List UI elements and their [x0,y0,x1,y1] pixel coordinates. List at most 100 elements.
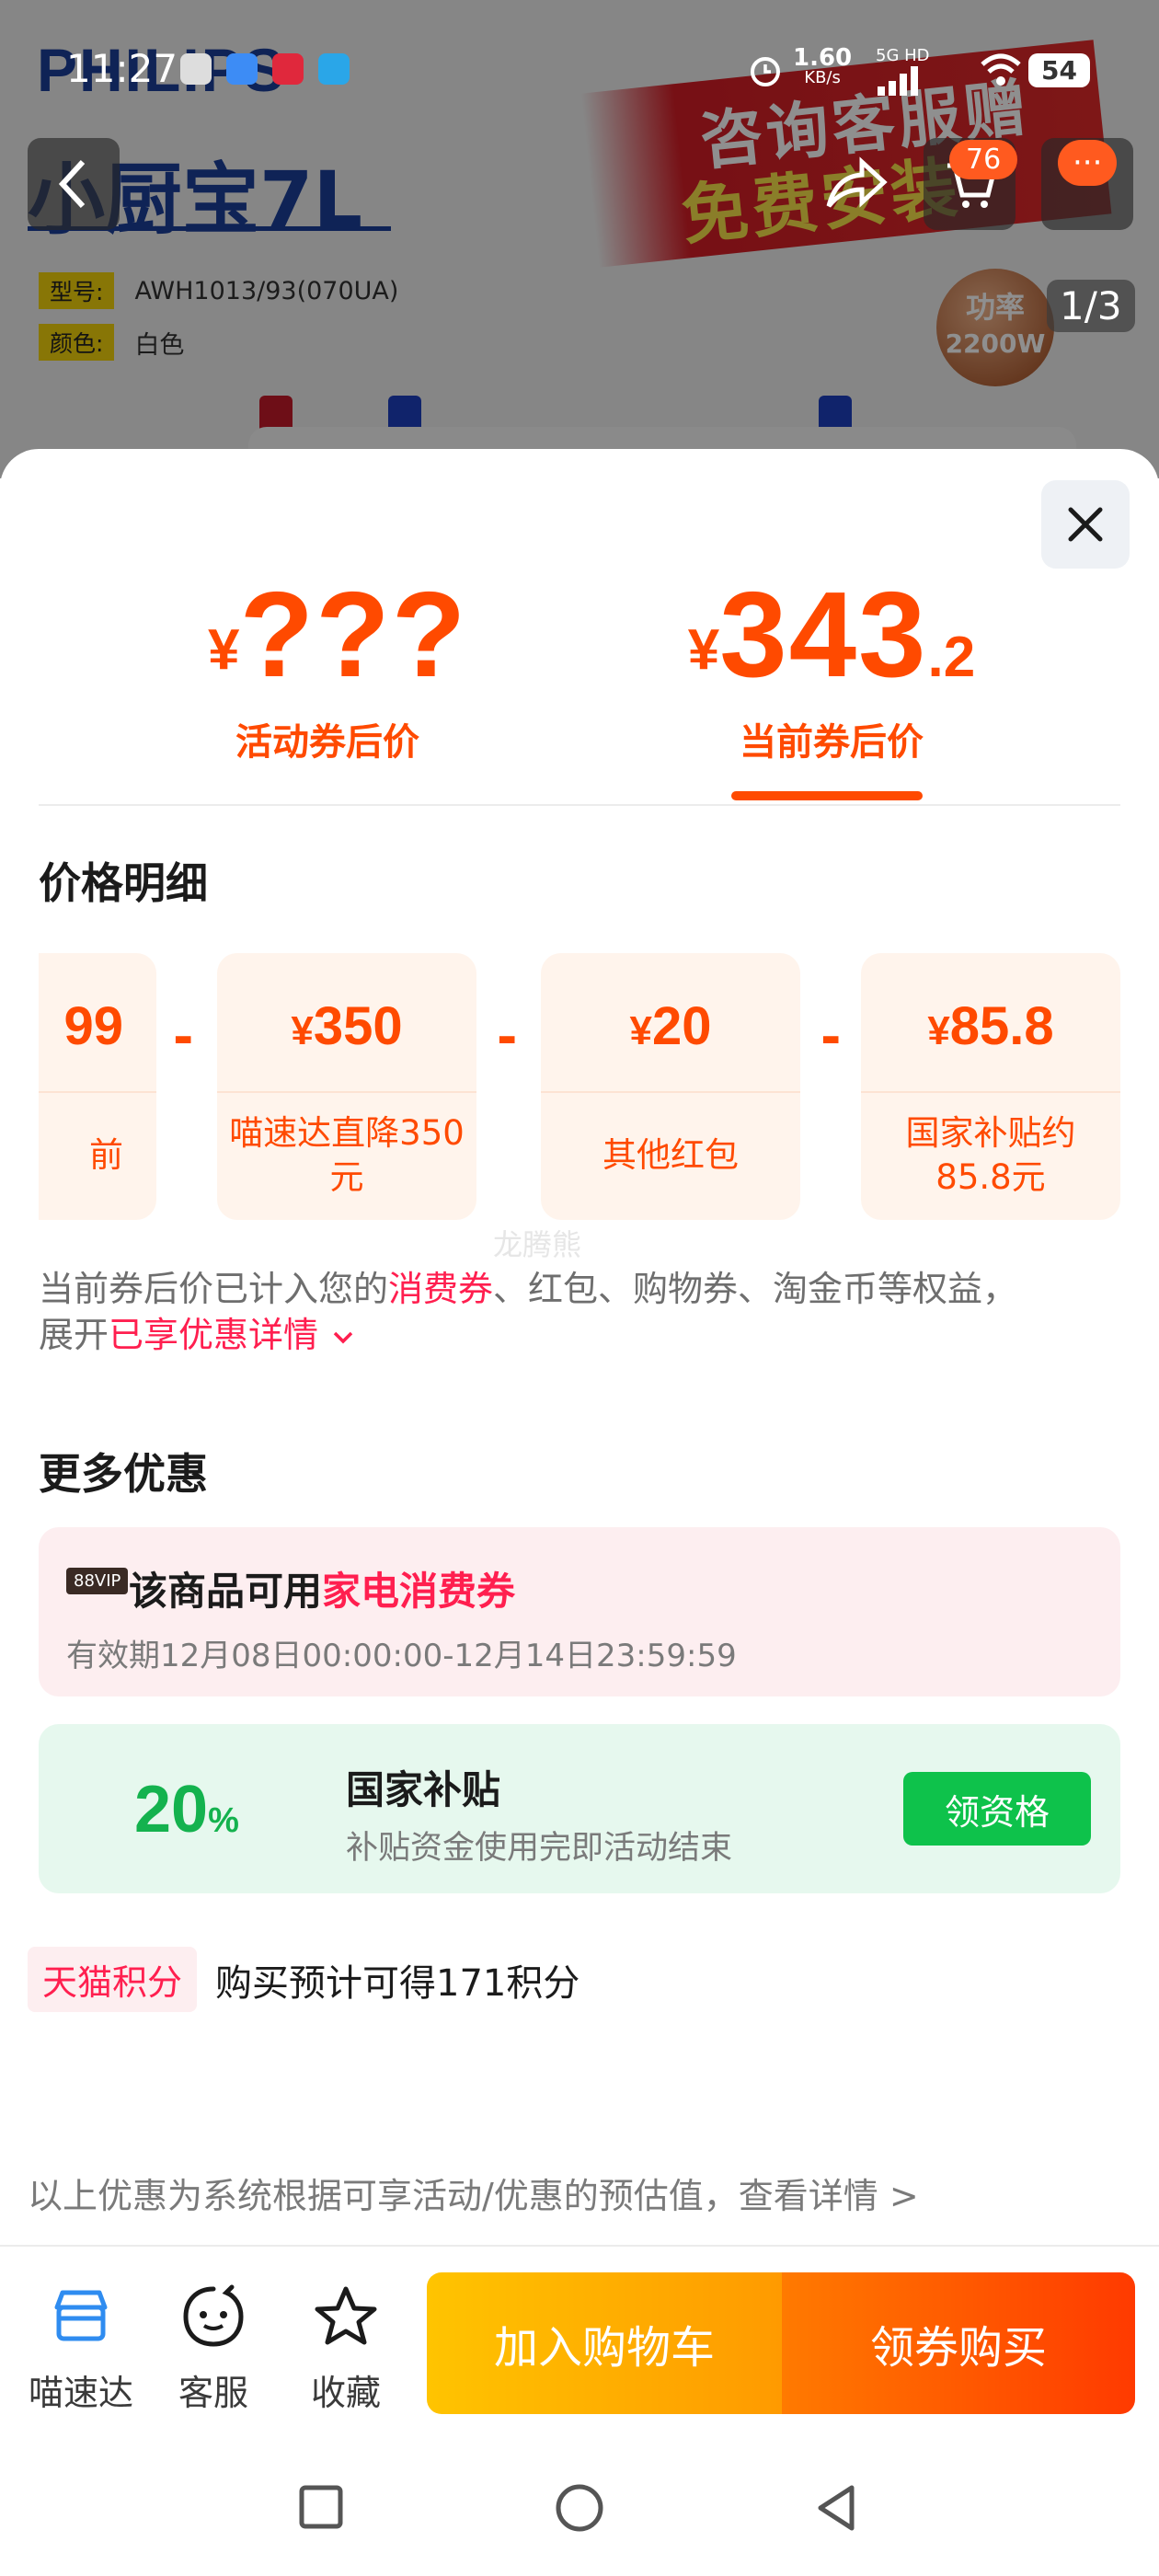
notification-icon [180,53,212,85]
wifi-icon [981,53,1021,86]
coupon-title-text: 该商品可用 [129,1569,323,1614]
currency-symbol: ¥ [687,618,720,682]
tab-activity-price[interactable]: ¥??? 活动券后价 [208,574,465,765]
detail-amount: ¥85.8 [861,953,1120,1093]
net-speed-value: 1.60 [793,44,853,72]
add-to-cart-button[interactable]: 加入购物车 [427,2272,782,2414]
price-detail-sheet: ¥??? 活动券后价 ¥343.2 当前券后价 价格明细 99 前 - ¥350… [0,449,1159,2436]
note-text: 、红包、购物券、淘金币等权益， [493,1269,1018,1309]
activity-price-value: ??? [239,567,468,702]
tab-current-price[interactable]: ¥343.2 当前券后价 [684,574,979,765]
watermark: 龙腾熊 [493,1227,582,1262]
national-subsidy-card: 20% 国家补贴 补贴资金使用完即活动结束 领资格 [39,1724,1120,1893]
alarm-icon [751,57,780,86]
estimate-disclaimer-link[interactable]: 以上优惠为系统根据可享活动/优惠的预估值，查看详情 > [28,2168,919,2218]
tmall-points-tag: 天猫积分 [28,1947,198,2012]
network-type: 5G HD [876,46,930,65]
note-text: 当前券后价已计入您的 [39,1269,389,1309]
current-price-integer: 343 [719,567,928,702]
more-badge: ··· [1058,140,1118,186]
detail-card-direct-discount: ¥350 喵速达直降350元 [217,953,476,1220]
coupon-title-highlight: 家电消费券 [322,1569,516,1614]
back-button[interactable] [28,138,120,230]
active-tab-indicator [731,791,923,800]
claim-qualification-button[interactable]: 领资格 [903,1772,1091,1846]
currency-symbol: ¥ [927,1008,950,1053]
detail-card-original-price: 99 前 [39,953,156,1220]
app-icon [226,53,258,85]
subsidy-percent-value: 20 [134,1773,209,1846]
note-text: 展开 [39,1315,109,1355]
coupon-validity: 有效期12月08日00:00:00-12月14日23:59:59 [66,1638,737,1674]
detail-amount-value: 85.8 [949,996,1054,1056]
subsidy-percent: 20% [134,1772,239,1847]
tmall-points-row: 天猫积分 购买预计可得171积分 [28,1947,580,2012]
88vip-badge: 88VIP [66,1568,129,1594]
detail-amount: ¥350 [217,953,476,1093]
divider [39,804,1120,806]
store-label: 喵速达 [28,2373,133,2413]
cart-count-badge: 76 [949,140,1018,179]
current-price-decimal: .2 [927,626,976,689]
detail-desc: 喵速达直降350元 [229,1113,465,1197]
back-nav-icon[interactable] [813,2482,859,2534]
detail-amount-value: 350 [313,996,403,1056]
customer-service-icon [183,2284,244,2347]
customer-service-button[interactable]: 客服 [149,2283,278,2415]
share-button[interactable] [809,138,901,230]
currency-symbol: ¥ [291,1008,314,1053]
currency-symbol: ¥ [629,1008,652,1053]
claim-coupon-buy-button[interactable]: 领券购买 [782,2272,1135,2414]
signal-icon [878,66,918,96]
more-offers-title: 更多优惠 [39,1449,208,1499]
product-page-background: PHILIPS 小厨宝7L 型号: AWH1013/93(070UA) 颜色: … [0,0,1159,478]
status-time: 11:27 [66,46,178,91]
current-price-label: 当前券后价 [740,721,924,764]
bottom-action-bar: 喵速达 客服 收藏 加入购物车 领券购买 [0,2247,1159,2415]
detail-card-national-subsidy: ¥85.8 国家补贴约85.8元 [861,953,1120,1220]
close-icon [1068,507,1103,542]
minus-sign: - [173,1008,194,1066]
subsidy-subtitle: 补贴资金使用完即活动结束 [346,1830,733,1867]
percent-sign: % [208,1801,239,1840]
share-icon [826,156,888,208]
tmall-points-text: 购买预计可得171积分 [215,1961,580,2005]
store-icon [54,2290,108,2341]
price-detail-cards[interactable]: 99 前 - ¥350 喵速达直降350元 - ¥20 其他红包 - ¥85.8… [39,953,1120,1220]
star-icon [315,2286,377,2345]
minus-sign: - [497,1008,518,1066]
detail-amount-value: 20 [651,996,712,1056]
expand-discount-details-link[interactable]: 已享优惠详情 [109,1315,318,1355]
appliance-coupon-card[interactable]: 88VIP 该商品可用家电消费券 有效期12月08日00:00:00-12月14… [39,1527,1120,1696]
detail-desc: 前 [89,1135,123,1175]
favorite-button[interactable]: 收藏 [281,2283,410,2415]
detail-desc: 其他红包 [602,1135,739,1175]
favorite-label: 收藏 [310,2373,381,2413]
chevron-down-icon[interactable] [329,1328,357,1348]
recent-apps-icon[interactable] [298,2484,344,2530]
price-note: 当前券后价已计入您的消费券、红包、购物券、淘金币等权益， 展开已享优惠详情 [39,1266,1124,1358]
subsidy-title: 国家补贴 [346,1767,501,1812]
status-bar: 11:27 1.60 KB/s 5G HD 54 [0,0,1159,138]
detail-amount: 99 [39,953,156,1093]
customer-service-label: 客服 [178,2373,248,2413]
close-button[interactable] [1041,480,1130,569]
activity-price: ¥??? [208,574,465,696]
app-icon [272,53,304,85]
activity-price-label: 活动券后价 [235,721,419,764]
note-highlight-coupon: 消费券 [388,1269,494,1309]
detail-desc: 国家补贴约85.8元 [905,1113,1076,1197]
store-button[interactable]: 喵速达 [17,2283,145,2415]
price-detail-title: 价格明细 [39,858,208,908]
current-price: ¥343.2 [684,574,979,696]
detail-card-red-packet: ¥20 其他红包 [541,953,800,1220]
chevron-left-icon [58,159,86,209]
minus-sign: - [820,1008,842,1066]
telegram-icon [318,53,350,85]
system-navigation-bar [0,2438,1159,2576]
detail-amount: ¥20 [541,953,800,1093]
coupon-title: 该商品可用家电消费券 [129,1560,515,1616]
home-icon[interactable] [554,2482,605,2534]
image-counter: 1/3 [1047,280,1135,332]
net-speed: 1.60 KB/s [793,44,853,88]
